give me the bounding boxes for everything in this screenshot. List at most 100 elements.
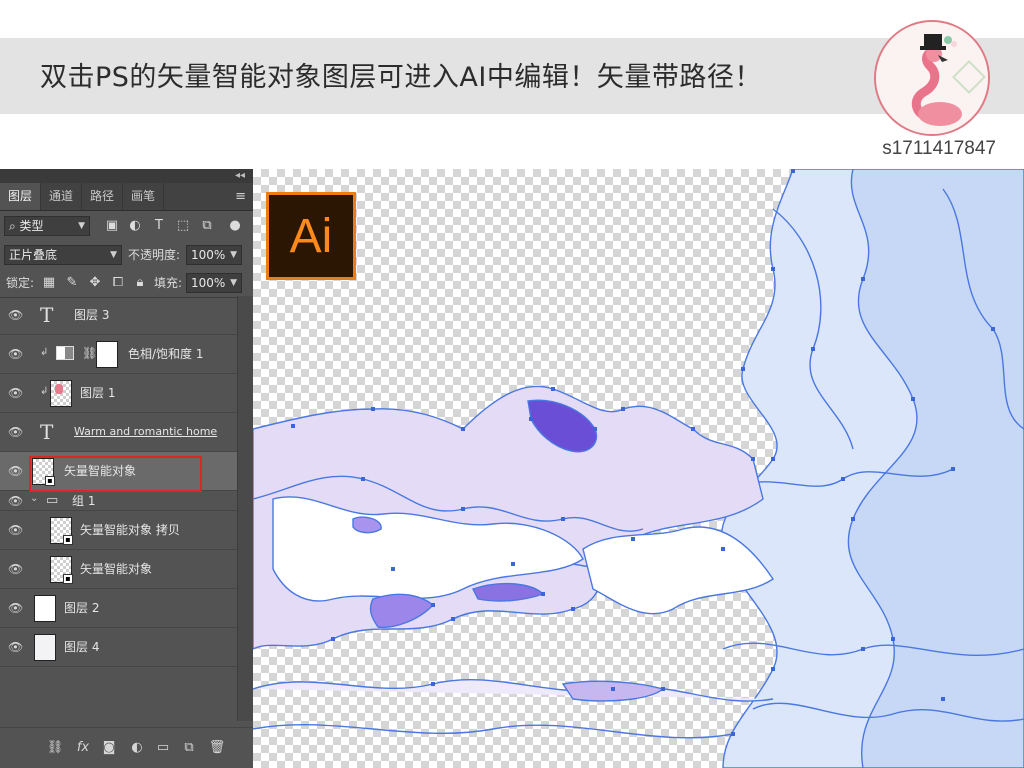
filter-row: ⌕ 类型 ▼ ▣ ◐ T ⬚ ⧉ ●	[0, 211, 253, 241]
panel-tabs: 图层 通道 路径 画笔 ≡	[0, 183, 253, 211]
opacity-label: 不透明度:	[128, 248, 181, 262]
visibility-eye-icon[interactable]: 👁︎	[8, 426, 23, 438]
panel-title-bar: ◂◂	[0, 169, 253, 183]
visibility-eye-icon[interactable]: 👁︎	[8, 641, 23, 653]
blend-mode-value: 正片叠底	[9, 248, 58, 262]
layer-row[interactable]: 👁︎ 图层 4	[0, 628, 238, 667]
visibility-eye-icon[interactable]: 👁︎	[8, 348, 23, 360]
link-layers-icon[interactable]: ⛓︎	[46, 739, 64, 757]
layer-row[interactable]: 👁︎ ↲ ⛓︎ 色相/饱和度 1	[0, 335, 238, 374]
layer-thumbnail	[34, 595, 56, 622]
blend-mode-select[interactable]: 正片叠底 ▼	[4, 245, 122, 265]
banner-text: 双击PS的矢量智能对象图层可进入AI中编辑！矢量带路径！	[40, 62, 762, 93]
image-filter-icon[interactable]: ▣	[103, 217, 121, 235]
layer-row[interactable]: 👁︎ T Warm and romantic home	[0, 413, 238, 452]
visibility-eye-icon[interactable]: 👁︎	[8, 495, 23, 507]
clipping-arrow-icon: ↲	[40, 386, 49, 397]
tab-brushes[interactable]: 画笔	[123, 183, 165, 210]
adjustment-filter-icon[interactable]: ◐	[126, 217, 144, 235]
chevron-down-icon: ▼	[78, 221, 85, 231]
smart-object-thumbnail: ▪	[50, 556, 73, 584]
new-layer-icon[interactable]: ⧉	[180, 739, 198, 757]
visibility-eye-icon[interactable]: 👁︎	[8, 309, 23, 321]
visibility-eye-icon[interactable]: 👁︎	[8, 602, 23, 614]
lock-position-icon[interactable]: ✥	[86, 274, 104, 292]
chevron-down-icon: ▼	[230, 250, 237, 260]
fx-icon[interactable]: fx	[74, 739, 92, 757]
lock-row: 锁定: ▦ ✎ ✥ ⧠ 🔒︎ 填充: 100% ▼	[0, 269, 253, 298]
ai-badge-label: Ai	[289, 209, 333, 263]
chevron-down-icon: ▼	[110, 250, 117, 260]
avatar	[874, 20, 990, 136]
vector-artwork	[253, 169, 1024, 768]
layer-name: 矢量智能对象	[80, 562, 153, 576]
lock-transparent-icon[interactable]: ▦	[40, 274, 58, 292]
search-icon: ⌕	[9, 219, 20, 233]
fill-label: 填充:	[154, 276, 183, 290]
layer-name: 矢量智能对象 拷贝	[80, 523, 180, 537]
visibility-eye-icon[interactable]: 👁︎	[8, 524, 23, 536]
layer-thumbnail	[50, 380, 72, 407]
new-group-icon[interactable]: ▭	[154, 739, 172, 757]
pink-art-icon	[55, 384, 63, 394]
lock-label: 锁定:	[6, 276, 35, 290]
adjustment-layer-icon[interactable]: ◐	[128, 739, 146, 757]
opacity-value: 100%	[191, 248, 226, 262]
layer-row[interactable]: 👁︎ 图层 2	[0, 589, 238, 628]
filter-kind-value: 类型	[19, 219, 44, 233]
flamingo-illustration	[876, 22, 988, 134]
layer-mask-thumbnail	[96, 341, 118, 368]
layers-scrollbar[interactable]	[237, 296, 253, 721]
selection-highlight-box	[29, 456, 202, 492]
layers-bottom-bar: ⛓︎ fx ◙ ◐ ▭ ⧉ 🗑︎	[0, 727, 253, 768]
layer-name: Warm and romantic home	[74, 425, 218, 438]
layer-thumbnail	[34, 634, 56, 661]
trash-icon[interactable]: 🗑︎	[208, 739, 226, 757]
layer-name: 色相/饱和度 1	[128, 347, 204, 361]
visibility-eye-icon[interactable]: 👁︎	[8, 465, 23, 477]
text-layer-icon: T	[40, 420, 54, 444]
layer-row[interactable]: 👁︎ T 图层 3	[0, 296, 238, 335]
illustrator-logo: Ai	[266, 192, 356, 280]
document-canvas[interactable]	[253, 169, 1024, 768]
layers-panel: ◂◂ 图层 通道 路径 画笔 ≡ ⌕ 类型 ▼ ▣ ◐ T ⬚ ⧉ ● 正片叠底…	[0, 169, 253, 768]
lock-pixels-icon[interactable]: ✎	[63, 274, 81, 292]
tab-layers[interactable]: 图层	[0, 183, 42, 210]
panel-menu-icon[interactable]: ≡	[235, 183, 246, 210]
expand-arrow-icon[interactable]: ⌄	[30, 493, 38, 504]
lock-all-icon[interactable]: 🔒︎	[131, 274, 149, 292]
add-mask-icon[interactable]: ◙	[100, 739, 118, 757]
tab-paths[interactable]: 路径	[82, 183, 124, 210]
filter-toggle-icon[interactable]: ●	[226, 217, 244, 235]
smart-object-badge-icon: ▪	[63, 535, 73, 545]
blend-row: 正片叠底 ▼ 不透明度: 100% ▼	[0, 241, 253, 269]
tab-channels[interactable]: 通道	[41, 183, 83, 210]
type-filter-icon[interactable]: T	[150, 217, 168, 235]
link-icon: ⛓︎	[82, 346, 98, 360]
adjustment-layer-icon	[56, 346, 74, 360]
user-id: s1711417847	[882, 138, 996, 159]
smart-object-thumbnail: ▪	[50, 517, 73, 545]
smart-object-filter-icon[interactable]: ⧉	[198, 217, 216, 235]
layer-name: 图层 1	[80, 386, 116, 400]
layer-name: 图层 4	[64, 640, 100, 654]
layer-name: 图层 3	[74, 308, 110, 322]
filter-kind-select[interactable]: ⌕ 类型 ▼	[4, 216, 90, 236]
visibility-eye-icon[interactable]: 👁︎	[8, 387, 23, 399]
clipping-arrow-icon: ↲	[40, 347, 49, 358]
collapse-icon[interactable]: ◂◂	[235, 169, 245, 183]
opacity-field[interactable]: 100% ▼	[186, 245, 242, 265]
layer-row[interactable]: 👁︎ ↲ 图层 1	[0, 374, 238, 413]
smart-object-badge-icon: ▪	[63, 574, 73, 584]
shape-filter-icon[interactable]: ⬚	[174, 217, 192, 235]
lock-artboard-icon[interactable]: ⧠	[109, 274, 127, 292]
visibility-eye-icon[interactable]: 👁︎	[8, 563, 23, 575]
layer-row[interactable]: 👁︎ ⌄ ▭ 组 1	[0, 491, 238, 511]
fill-value: 100%	[191, 276, 226, 290]
layer-name: 图层 2	[64, 601, 100, 615]
layer-row[interactable]: 👁︎ ▪ 矢量智能对象	[0, 550, 238, 589]
layer-row[interactable]: 👁︎ ▪ 矢量智能对象 拷贝	[0, 511, 238, 550]
fill-field[interactable]: 100% ▼	[186, 273, 242, 293]
text-layer-icon: T	[40, 303, 54, 327]
folder-icon: ▭	[46, 493, 59, 508]
